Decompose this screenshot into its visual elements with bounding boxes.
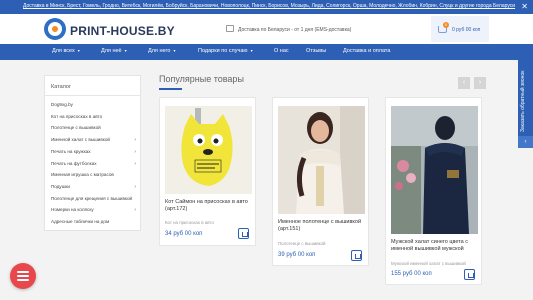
- sidebar-item[interactable]: Кот на присосках в авто: [51, 114, 139, 119]
- carousel-next-button[interactable]: ›: [474, 77, 486, 89]
- truck-icon: [226, 25, 234, 32]
- callback-label[interactable]: Заказать обратный звонок: [520, 71, 526, 132]
- product-name[interactable]: Именное полотенце с вышивкой (арт.151): [278, 219, 364, 233]
- product-image[interactable]: [391, 106, 478, 234]
- chevron-right-icon: ›: [134, 207, 136, 213]
- chevron-down-icon: ▾: [124, 48, 127, 53]
- product-price: 155 руб 00 коп: [391, 271, 432, 277]
- sidebar-item[interactable]: Полотенце с вышивкой: [51, 125, 139, 130]
- product-price: 34 руб 00 коп: [165, 231, 203, 237]
- sidebar-item[interactable]: Печать на кружках ›: [51, 149, 139, 155]
- chevron-right-icon: ›: [134, 184, 136, 190]
- chevron-right-icon: ›: [134, 149, 136, 155]
- divider: [45, 95, 140, 96]
- cart-total[interactable]: 0 руб 00 коп: [452, 27, 480, 33]
- product-image[interactable]: [165, 106, 252, 194]
- product-card[interactable]: Именное полотенце с вышивкой (арт.151) П…: [272, 97, 369, 266]
- catalog-sidebar: Каталог Dog9xg.by Кот на присосках в авт…: [44, 75, 141, 231]
- close-icon[interactable]: ✕: [521, 2, 528, 12]
- sidebar-item[interactable]: Адресные таблички на дом: [51, 219, 139, 224]
- sidebar-item[interactable]: Полотенце для крещения с вышивкой: [51, 196, 139, 201]
- sidebar-item[interactable]: Именной халат с вышивкой ›: [51, 137, 139, 143]
- carousel-prev-button[interactable]: ‹: [458, 77, 470, 89]
- chevron-right-icon: ›: [134, 161, 136, 167]
- nav-item-for-him[interactable]: Для него ▾: [148, 48, 176, 54]
- hamburger-line: [17, 271, 29, 273]
- product-image[interactable]: [278, 106, 365, 214]
- site-logo[interactable]: PRINT-HOUSE.BY: [70, 24, 175, 38]
- sidebar-item[interactable]: Именная игрушка с матрасов: [51, 172, 139, 177]
- chevron-left-icon[interactable]: ‹: [518, 136, 533, 148]
- nav-item-about[interactable]: О нас: [274, 48, 289, 54]
- logo-icon[interactable]: [44, 18, 66, 40]
- announcement-bar: Доставка в Минск, Брест, Гомель, Гродно,…: [0, 0, 533, 14]
- callback-tab[interactable]: Заказать обратный звонок: [518, 54, 533, 146]
- hamburger-line: [17, 279, 29, 281]
- nav-item-reviews[interactable]: Отзывы: [306, 48, 326, 54]
- sidebar-title: Каталог: [51, 84, 71, 90]
- product-category[interactable]: Кот на присосках в авто: [165, 220, 214, 225]
- sidebar-item[interactable]: Подушки ›: [51, 184, 139, 190]
- chevron-down-icon: ▾: [173, 48, 176, 53]
- hamburger-line: [17, 275, 29, 277]
- nav-item-for-her[interactable]: Для неё ▾: [101, 48, 127, 54]
- chevron-right-icon: ›: [134, 137, 136, 143]
- add-to-cart-button[interactable]: [351, 250, 362, 261]
- product-name[interactable]: Кот Саймон на присосках в авто (арт.172): [165, 199, 251, 213]
- main-nav: Для всех ▾ Для неё ▾ Для него ▾ Подарки по …: [0, 44, 533, 60]
- nav-item-delivery[interactable]: Доставка и оплата: [343, 48, 390, 54]
- chevron-down-icon: ▾: [250, 48, 253, 53]
- add-to-cart-button[interactable]: [238, 228, 249, 239]
- delivery-info: Доставка по Беларуси - от 1 дня (ЕМS-дос…: [238, 27, 352, 33]
- title-underline: [159, 88, 182, 90]
- product-category[interactable]: Полотенце с вышивкой: [278, 241, 326, 246]
- nav-item-occasion-gifts[interactable]: Подарки по случаю ▾: [198, 48, 253, 54]
- product-price: 39 руб 00 коп: [278, 252, 316, 258]
- add-to-cart-button[interactable]: [464, 269, 475, 280]
- sidebar-item[interactable]: Печать на футболках ›: [51, 161, 139, 167]
- product-card[interactable]: Кот Саймон на присосках в авто (арт.172)…: [159, 97, 256, 246]
- section-title: Популярные товары: [159, 74, 244, 84]
- product-name[interactable]: Мужской халат синего цвета с именной выш…: [391, 239, 478, 253]
- cart-count-badge: 0: [443, 22, 449, 28]
- product-category[interactable]: Мужской именной халат с вышивкой: [391, 261, 466, 266]
- chevron-down-icon: ▾: [77, 48, 80, 53]
- sidebar-item[interactable]: Номерки на коляску ›: [51, 207, 139, 213]
- announcement-link[interactable]: Доставка в Минск, Брест, Гомель, Гродно,…: [23, 3, 521, 9]
- nav-item-for-all[interactable]: Для всех ▾: [52, 48, 80, 54]
- sidebar-item[interactable]: Dog9xg.by: [51, 102, 139, 107]
- menu-fab-button[interactable]: [10, 263, 36, 289]
- product-card[interactable]: Мужской халат синего цвета с именной выш…: [385, 97, 482, 285]
